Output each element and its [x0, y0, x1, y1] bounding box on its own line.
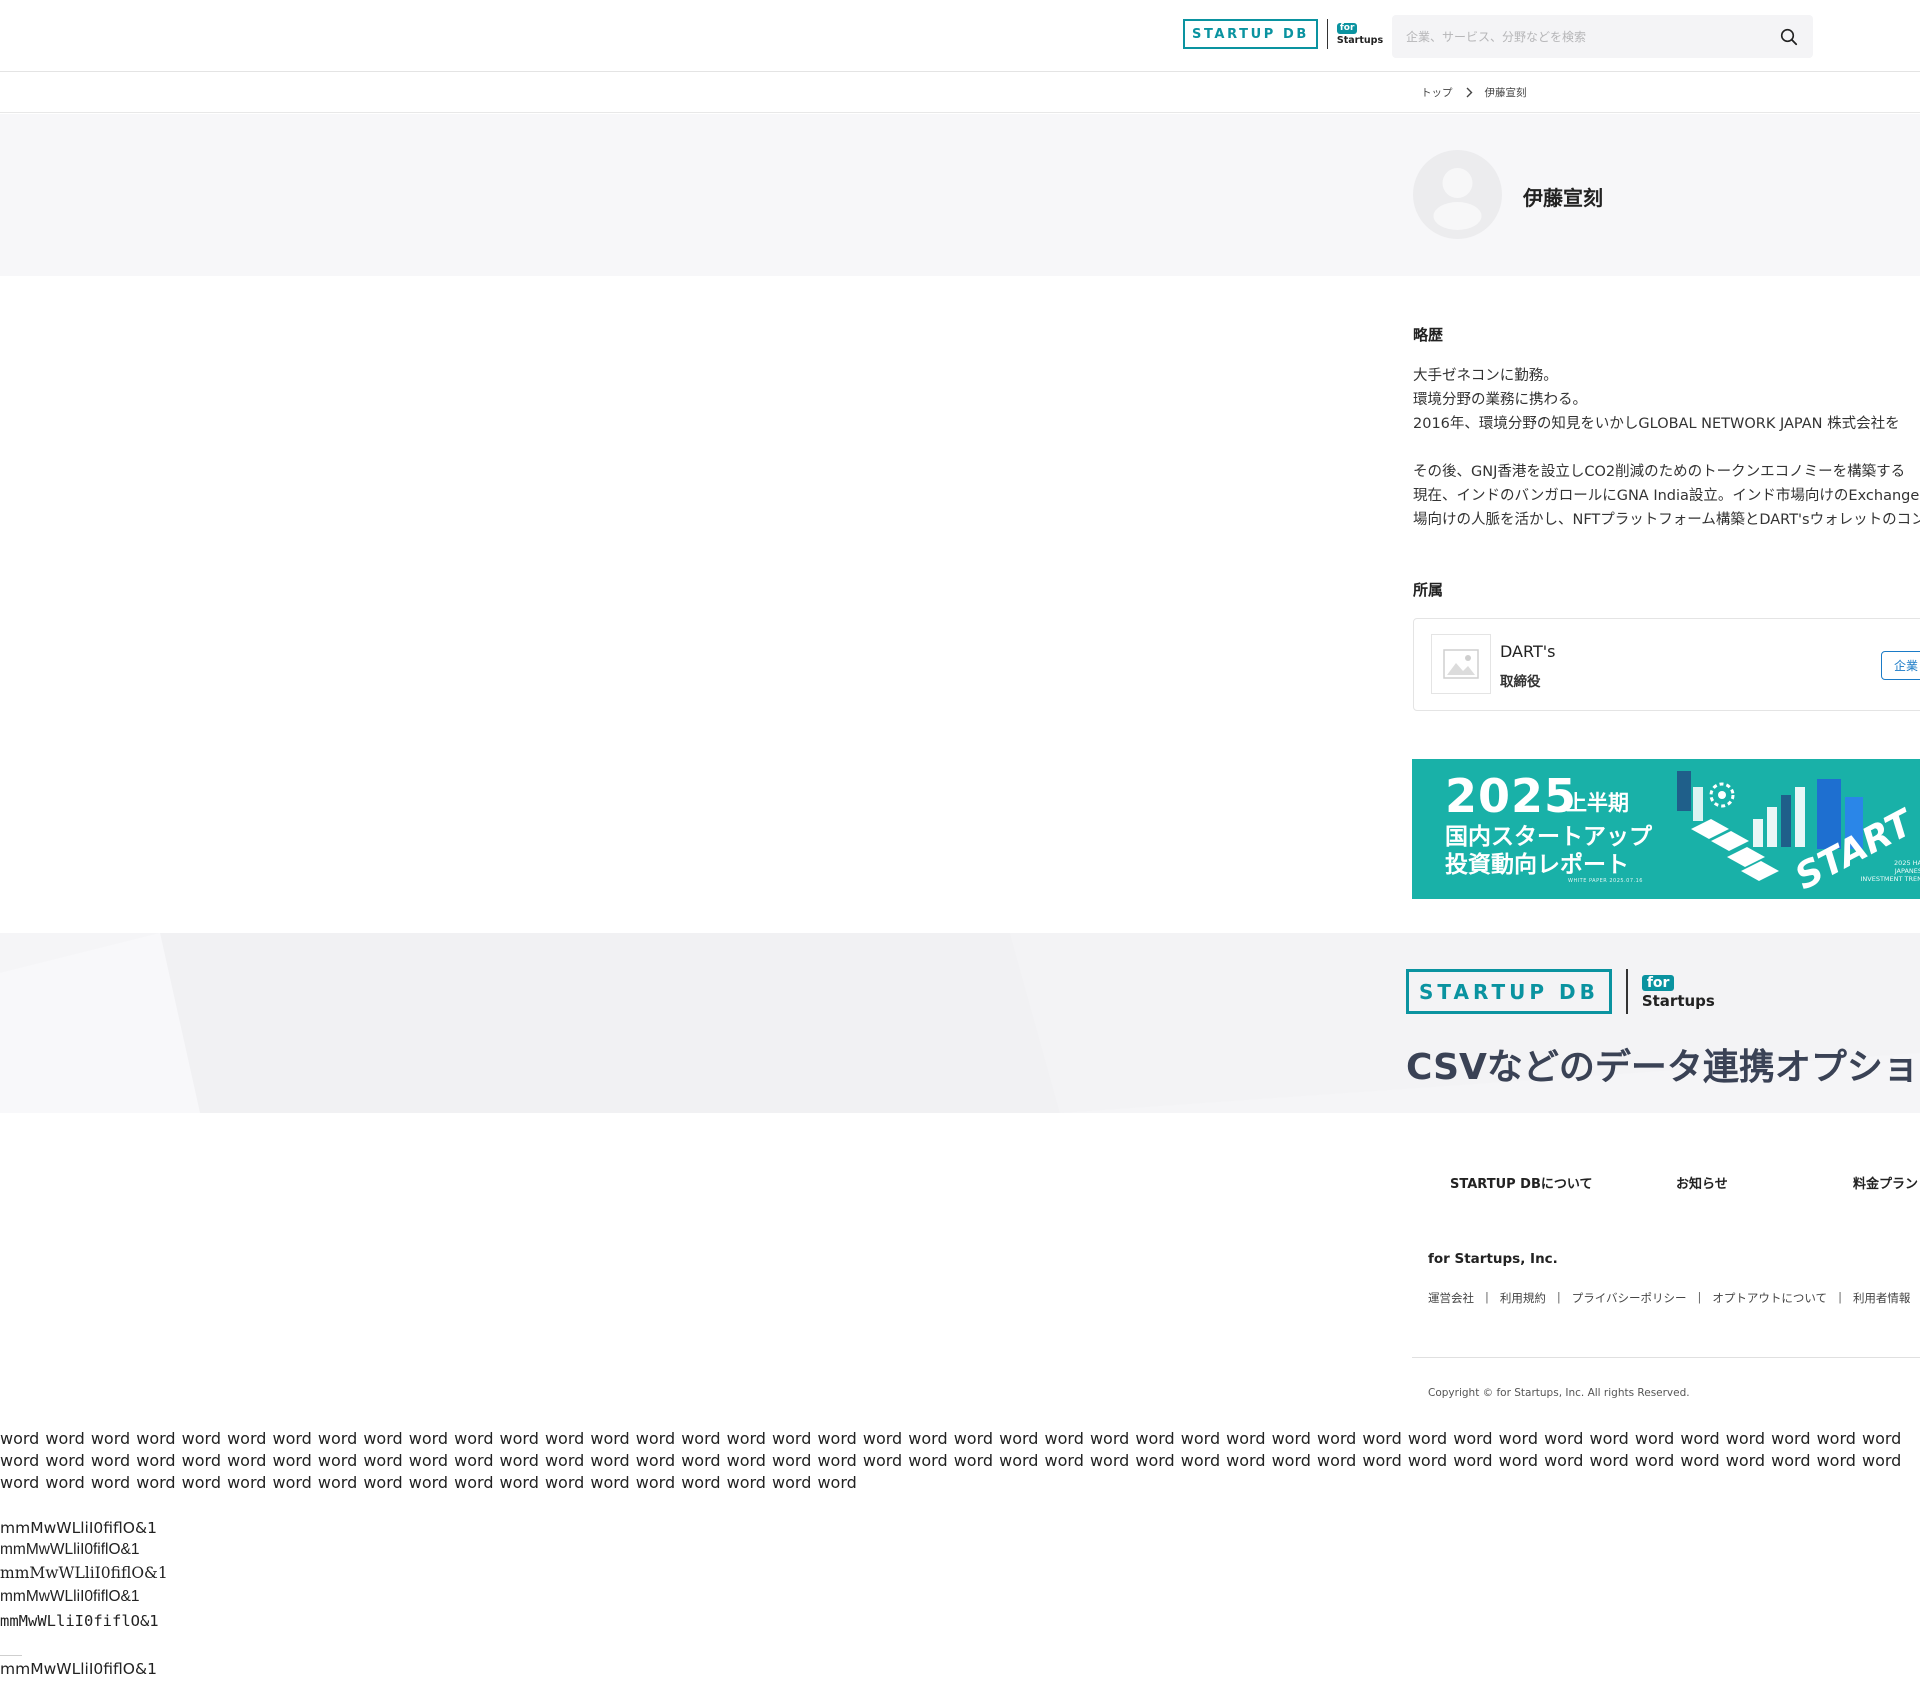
banner-en-2: JAPANES	[1894, 867, 1920, 875]
font-test-line: mmMwWLliI0fiflO&1	[0, 1612, 159, 1630]
breadcrumb-current: 伊藤宣刻	[1484, 87, 1527, 99]
footer-link-separator: |	[1485, 1290, 1489, 1304]
footer-link-separator: |	[1838, 1290, 1842, 1304]
promo-logo-for-badge: for	[1641, 974, 1675, 991]
footer-links: 運営会社 | 利用規約 | プライバシーポリシー | オプトアウトについて | …	[1428, 1290, 1910, 1306]
career-gap	[1413, 436, 1920, 460]
footer-link-terms[interactable]: 利用規約	[1500, 1290, 1546, 1306]
career-text: 大手ゼネコンに勤務。 環境分野の業務に携わる。 2016年、環境分野の知見をいか…	[1413, 364, 1920, 532]
banner-line-2: 投資動向レポート	[1445, 852, 1629, 878]
search-icon	[1780, 28, 1798, 46]
search-bar	[1392, 15, 1813, 58]
logo-wordmark: STARTUP DB	[1183, 19, 1318, 49]
company-name: DART's	[1500, 642, 1556, 661]
filler-text-block: word word word word word word word word …	[0, 1429, 1902, 1492]
promo-logo-for-startups: for Startups	[1641, 974, 1715, 1010]
footer-link-company[interactable]: 運営会社	[1428, 1290, 1474, 1306]
banner-en-3: INVESTMENT TREN	[1860, 875, 1920, 883]
footer-copyright: Copyright © for Startups, Inc. All right…	[1428, 1387, 1690, 1399]
site-header: STARTUP DB for Startups	[0, 0, 1920, 72]
default-user-icon	[1433, 168, 1482, 230]
footer-divider	[1412, 1357, 1920, 1358]
career-line: 大手ゼネコンに勤務。	[1413, 368, 1558, 384]
banner-paper-label: WHITE PAPER 2025.07.16	[1568, 878, 1643, 884]
promo-logo-wordmark: STARTUP DB	[1406, 969, 1612, 1014]
company-page-button[interactable]: 企業	[1881, 651, 1920, 680]
footer-nav-pricing[interactable]: 料金プラン	[1853, 1173, 1918, 1192]
footer-link-separator: |	[1697, 1290, 1702, 1304]
affiliation-card[interactable]: DART's 取締役 企業	[1413, 618, 1920, 711]
footer-link-separator: |	[1556, 1290, 1561, 1304]
banner-en-1: 2025 HA	[1894, 859, 1920, 867]
logo-divider	[1326, 19, 1328, 49]
breadcrumb: トップ 伊藤宣刻	[0, 73, 1920, 113]
logo-for-startups: for Startups	[1336, 22, 1384, 46]
logo-for-badge: for	[1336, 22, 1358, 34]
career-line: 場向けの人脈を活かし、NFTプラットフォーム構築とDART'sウォレットのコン	[1413, 512, 1920, 528]
font-test-line: mmMwWLliI0fiflO&1	[0, 1564, 168, 1582]
career-line: 環境分野の業務に携わる。	[1413, 392, 1587, 408]
promo-logo-divider	[1625, 969, 1628, 1014]
search-button[interactable]	[1773, 21, 1805, 53]
font-test-line: mmMwWLliI0fiflO&1	[0, 1519, 157, 1537]
footer-link-optout[interactable]: オプトアウトについて	[1712, 1290, 1827, 1306]
site-logo[interactable]: STARTUP DB for Startups	[1183, 19, 1383, 49]
footer-company-name: for Startups, Inc.	[1428, 1251, 1558, 1267]
font-test-line: mmMwWLliI0fiflO&1	[0, 1588, 140, 1605]
company-role: 取締役	[1500, 674, 1541, 690]
career-line: 2016年、環境分野の知見をいかしGLOBAL NETWORK JAPAN 株式…	[1413, 416, 1900, 432]
image-placeholder-icon	[1443, 649, 1479, 679]
career-line: 現在、インドのバンガロールにGNA India設立。インド市場向けのExchan…	[1413, 488, 1920, 504]
font-test-line: mmMwWLliI0fiflO&1	[0, 1660, 157, 1678]
person-name: 伊藤宣刻	[1523, 186, 1603, 210]
promo-logo: STARTUP DB for Startups	[1406, 969, 1715, 1014]
banner-year: 2025	[1445, 769, 1578, 823]
career-line: その後、GNJ香港を設立しCO2削減のためのトークンエコノミーを構築する	[1413, 464, 1906, 480]
affiliation-heading: 所属	[1413, 581, 1444, 599]
profile-hero	[0, 114, 1920, 276]
promo-logo-startups-text: Startups	[1641, 991, 1715, 1010]
chevron-right-icon	[1466, 87, 1472, 98]
footer-link-privacy[interactable]: プライバシーポリシー	[1572, 1290, 1687, 1306]
breadcrumb-home-link[interactable]: トップ	[1421, 85, 1453, 100]
company-logo-placeholder	[1431, 634, 1491, 694]
banner-half: 上半期	[1566, 791, 1629, 815]
font-test-rule	[0, 1655, 22, 1656]
search-input[interactable]	[1392, 15, 1762, 58]
banner-english-label: 2025 HA JAPANES INVESTMENT TREN	[1860, 859, 1920, 883]
career-heading: 略歴	[1413, 326, 1444, 344]
footer-link-user-info[interactable]: 利用者情報	[1853, 1290, 1911, 1306]
footer-nav-news[interactable]: お知らせ	[1676, 1173, 1728, 1192]
report-banner[interactable]: 2025 上半期 国内スタートアップ 投資動向レポート WHITE PAPER …	[1412, 759, 1920, 899]
logo-startups-text: Startups	[1336, 34, 1384, 46]
font-test-line: mmMwWLliI0fiflO&1	[0, 1541, 140, 1558]
promo-headline: CSVなどのデータ連携オプショ	[1406, 1047, 1919, 1088]
footer-nav-about[interactable]: STARTUP DBについて	[1450, 1173, 1593, 1192]
avatar	[1413, 150, 1502, 239]
